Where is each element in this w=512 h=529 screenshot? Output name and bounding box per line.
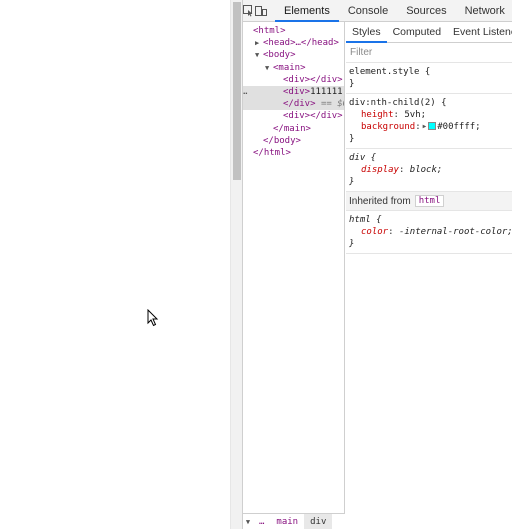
tab-elements[interactable]: Elements (275, 0, 339, 22)
decl-background[interactable]: background: ▶ #00ffff; (349, 121, 510, 133)
dom-node-body[interactable]: ▼ <body> (243, 49, 344, 61)
inherited-from-html-link[interactable]: html (414, 195, 445, 207)
decl-display: display: block; (361, 165, 443, 175)
dom-node-div-2-selected[interactable]: …<div>111111 (243, 85, 344, 99)
rule-html[interactable]: html { color: -internal-root-color; } (346, 211, 512, 254)
dom-node-head[interactable]: ▶ <head>…</head> (243, 37, 344, 49)
styles-subtabs: Styles Computed Event Listeners (346, 22, 512, 43)
mouse-cursor-icon (147, 309, 159, 327)
tab-sources[interactable]: Sources (397, 0, 455, 21)
tab-styles[interactable]: Styles (346, 22, 387, 43)
tab-computed[interactable]: Computed (387, 22, 447, 42)
color-swatch[interactable] (428, 122, 437, 130)
breadcrumb-scroll-left-icon[interactable]: ▼ (243, 518, 253, 526)
dom-node-main[interactable]: ▼ <main> (243, 62, 344, 74)
dom-node-div-2-close[interactable]: </div> == $0 (243, 98, 344, 111)
dom-node-html[interactable]: <html> (243, 25, 344, 37)
devtools-panel: Elements Console Sources Network <html> … (242, 0, 512, 529)
dom-node-html-close[interactable]: </html> (243, 147, 344, 159)
page-scrollbar-thumb[interactable] (233, 2, 241, 180)
devtools-toolbar: Elements Console Sources Network (243, 0, 512, 22)
selected-node-marker: == $0 (320, 99, 344, 110)
decl-height[interactable]: height: 5vh; (349, 109, 510, 121)
device-toolbar-icon[interactable] (255, 0, 267, 22)
node-actions-icon[interactable]: … (243, 86, 248, 98)
dom-node-body-close[interactable]: </body> (243, 135, 344, 147)
rule-user-agent-div[interactable]: div { display: block; } (346, 149, 512, 192)
dom-node-div-1[interactable]: <div></div> (243, 74, 344, 86)
inherited-from-header: Inherited from html (346, 192, 512, 211)
rule-element-style[interactable]: element.style { } (346, 63, 512, 94)
page-scrollbar[interactable] (230, 0, 242, 529)
tab-network[interactable]: Network (456, 0, 512, 21)
expand-arrow-icon[interactable]: ▶ (255, 37, 263, 49)
tab-event-listeners[interactable]: Event Listeners (447, 22, 512, 42)
collapse-arrow-icon[interactable]: ▼ (255, 49, 263, 61)
dom-node-main-close[interactable]: </main> (243, 123, 344, 135)
breadcrumb-div[interactable]: div (304, 513, 333, 529)
styles-pane: Styles Computed Event Listeners element.… (346, 22, 512, 529)
breadcrumb-ellipsis[interactable]: … (253, 514, 270, 529)
collapse-arrow-icon[interactable]: ▼ (265, 62, 273, 74)
rule-nth-child[interactable]: div:nth-child(2) { height: 5vh; backgrou… (346, 94, 512, 149)
breadcrumb-main[interactable]: main (270, 514, 304, 529)
breadcrumb: ▼ … main div (243, 513, 345, 529)
styles-filter-input[interactable] (350, 47, 500, 58)
dom-node-div-3[interactable]: <div></div> (243, 110, 344, 122)
page-viewport[interactable] (0, 0, 230, 529)
dom-tree: <html> ▶ <head>…</head> ▼ <body> ▼ <main> <… (243, 22, 345, 513)
styles-filter-bar (346, 43, 512, 63)
decl-color: color: -internal-root-color; (361, 227, 512, 237)
tab-console[interactable]: Console (339, 0, 397, 21)
expand-shorthand-icon[interactable]: ▶ (423, 121, 427, 133)
inspect-element-icon[interactable] (243, 0, 255, 22)
